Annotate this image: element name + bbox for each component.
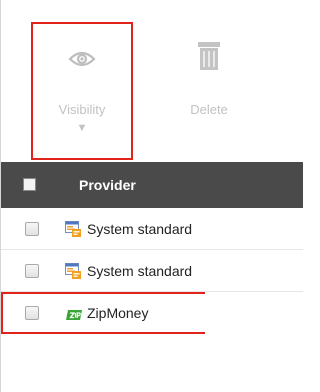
visibility-label: Visibility (58, 102, 106, 117)
chevron-down-icon: ▼ (76, 122, 88, 134)
system-standard-icon (65, 263, 81, 279)
eye-icon (68, 50, 96, 73)
toolbar: Visibility ▼ Delete (1, 0, 303, 162)
visibility-button[interactable]: Visibility ▼ (31, 22, 133, 160)
row-checkbox[interactable] (25, 264, 39, 278)
select-all-checkbox[interactable] (23, 178, 36, 191)
table-row[interactable]: System standard (1, 250, 303, 292)
provider-name: System standard (87, 263, 193, 279)
row-checkbox[interactable] (25, 222, 39, 236)
provider-panel: Visibility ▼ Delete Provider System stan… (0, 0, 303, 392)
table-row[interactable]: ZipMoney (1, 292, 205, 334)
delete-button[interactable]: Delete (161, 22, 257, 162)
system-standard-icon (65, 221, 81, 237)
provider-name: ZipMoney (87, 305, 149, 321)
delete-label: Delete (190, 102, 228, 117)
row-checkbox[interactable] (25, 306, 39, 320)
column-header-provider[interactable]: Provider (79, 177, 136, 193)
trash-icon (198, 41, 220, 75)
provider-name: System standard (87, 221, 193, 237)
provider-table: Provider System standard System standard… (1, 162, 303, 334)
table-row[interactable]: System standard (1, 208, 303, 250)
zip-logo-icon (65, 307, 82, 323)
table-header: Provider (1, 162, 303, 208)
